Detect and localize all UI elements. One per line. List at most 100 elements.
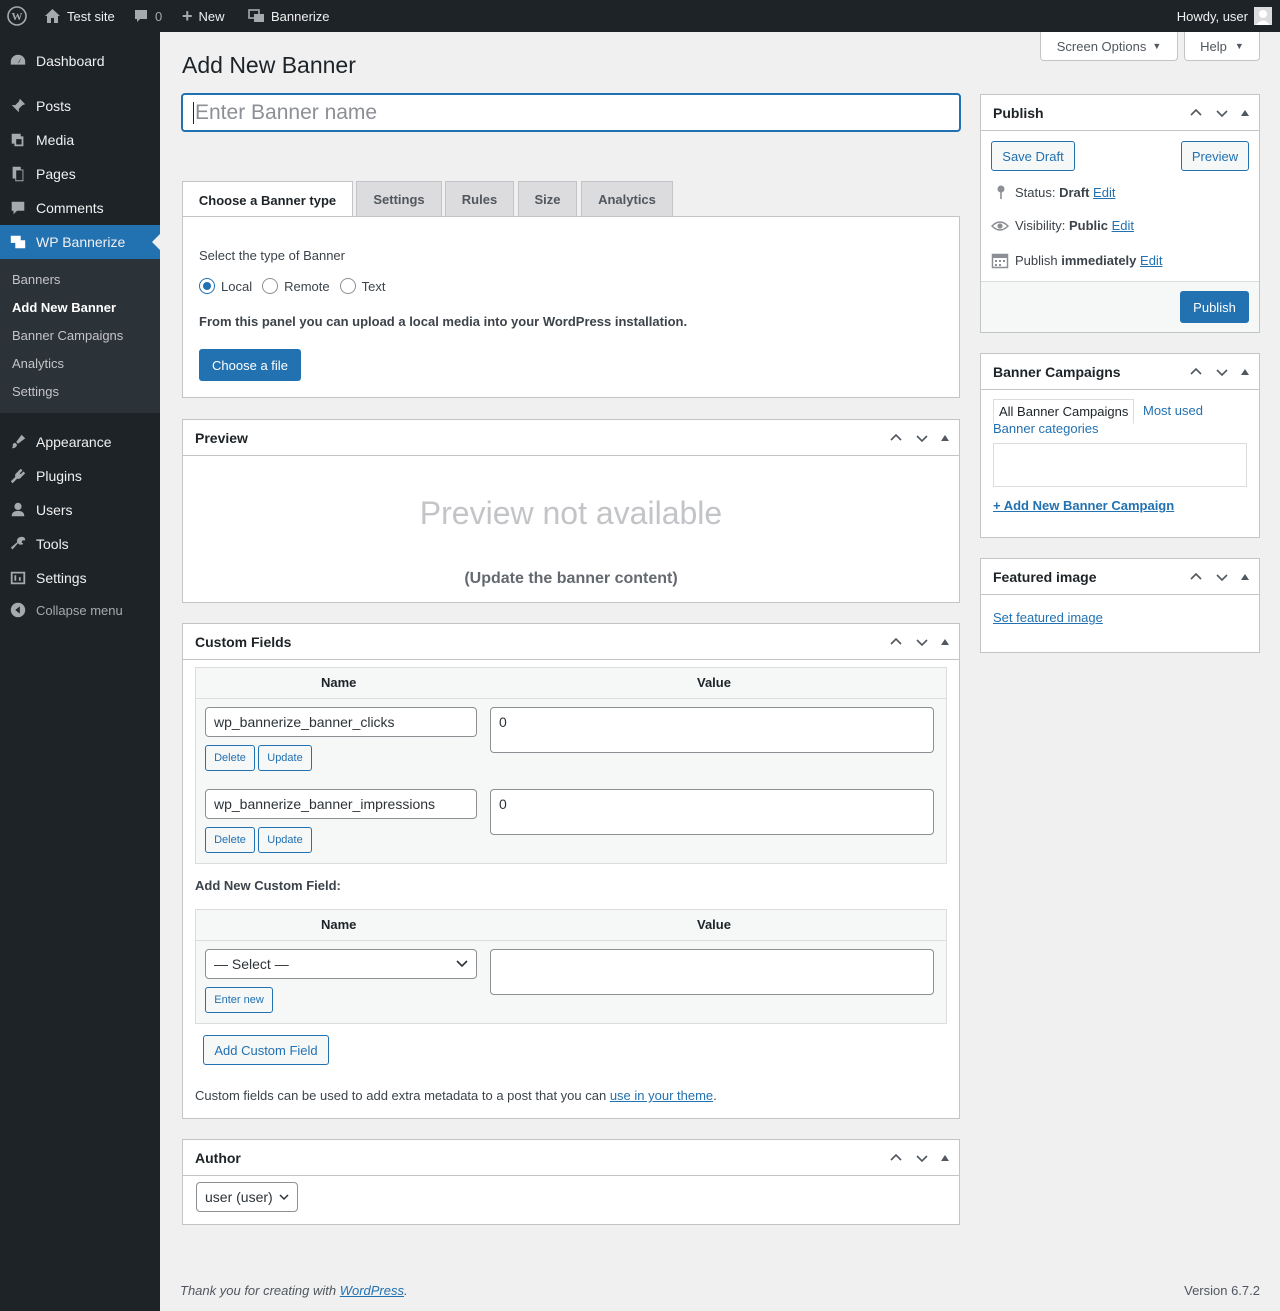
featured-image-box: Featured image Set featured image [980, 558, 1260, 653]
comments-link[interactable]: 0 [133, 0, 162, 32]
tab-rules[interactable]: Rules [445, 181, 514, 216]
submenu-item-analytics[interactable]: Analytics [12, 356, 64, 371]
edit-status-link[interactable]: Edit [1093, 185, 1115, 200]
menu-item-wp-bannerize[interactable]: WP Bannerize [0, 225, 160, 259]
choose-file-button[interactable]: Choose a file [199, 349, 301, 381]
delete-field-button[interactable]: Delete [205, 827, 255, 853]
comment-icon [135, 10, 147, 22]
calendar-icon [991, 253, 1009, 269]
toggle-panel-icon[interactable] [941, 1155, 949, 1161]
toggle-panel-icon[interactable] [941, 639, 949, 645]
radio-label: Text [361, 278, 386, 294]
caret-down-icon: ▼ [1234, 41, 1244, 51]
save-draft-button[interactable]: Save Draft [991, 141, 1075, 171]
edit-schedule-link[interactable]: Edit [1140, 253, 1162, 268]
toggle-panel-icon[interactable] [941, 435, 949, 441]
tab-analytics[interactable]: Analytics [581, 181, 673, 216]
menu-item-tools[interactable]: Tools [0, 527, 160, 561]
custom-fields-box: Custom Fields Name Value wp_bannerize_ba… [182, 623, 960, 1119]
screen-options-button[interactable]: Screen Options ▼ [1040, 32, 1178, 61]
delete-field-button[interactable]: Delete [205, 745, 255, 771]
publish-box: Publish Save Draft Preview Status: Draft… [980, 94, 1260, 333]
campaigns-checklist[interactable] [993, 443, 1247, 487]
move-down-icon[interactable] [913, 1149, 931, 1167]
toggle-panel-icon[interactable] [1241, 369, 1249, 375]
tab-size[interactable]: Size [518, 181, 577, 216]
account-menu[interactable]: Howdy, user [1177, 0, 1272, 32]
update-field-button[interactable]: Update [258, 745, 312, 771]
move-down-icon[interactable] [1213, 104, 1231, 122]
tab-most-used[interactable]: Most used [1143, 403, 1203, 418]
set-featured-image-link[interactable]: Set featured image [993, 610, 1103, 625]
menu-item-dashboard[interactable]: Dashboard [0, 44, 160, 78]
menu-item-pages[interactable]: Pages [0, 157, 160, 191]
radio-local[interactable] [199, 278, 215, 294]
radio-remote[interactable] [262, 278, 279, 294]
enter-new-button[interactable]: Enter new [205, 987, 273, 1013]
menu-item-appearance[interactable]: Appearance [0, 425, 160, 459]
caret-down-icon: ▼ [1152, 41, 1162, 51]
publish-button[interactable]: Publish [1180, 291, 1249, 323]
menu-item-media[interactable]: Media [0, 123, 160, 157]
banner-type-prompt: Select the type of Banner [199, 248, 345, 263]
move-up-icon[interactable] [1187, 104, 1205, 122]
footer-dot: . [404, 1283, 408, 1298]
site-name-link[interactable]: Test site [44, 0, 115, 32]
add-custom-field-button[interactable]: Add Custom Field [203, 1035, 329, 1065]
help-button[interactable]: Help ▼ [1184, 32, 1260, 61]
move-down-icon[interactable] [913, 633, 931, 651]
submenu-item-banners[interactable]: Banners [12, 272, 60, 287]
submenu-item-banner-campaigns[interactable]: Banner Campaigns [12, 328, 123, 343]
move-up-icon[interactable] [1187, 363, 1205, 381]
author-select[interactable]: user (user) [196, 1182, 298, 1212]
move-up-icon[interactable] [1187, 568, 1205, 586]
bannerize-submenu: Banners Add New Banner Banner Campaigns … [0, 259, 160, 413]
admin-menu: Dashboard Posts Media Pages Comments WP … [0, 32, 160, 1311]
wordpress-logo-icon[interactable]: W [7, 0, 27, 32]
menu-label: Posts [36, 98, 72, 114]
add-new-custom-field-label: Add New Custom Field: [195, 878, 341, 893]
radio-label: Remote [284, 278, 330, 294]
banner-categories-link[interactable]: Banner categories [993, 421, 1099, 436]
submenu-item-settings[interactable]: Settings [12, 384, 59, 399]
custom-field-value-input[interactable]: 0 [490, 789, 934, 835]
move-down-icon[interactable] [1213, 568, 1231, 586]
custom-field-name-input[interactable]: wp_bannerize_banner_impressions [205, 789, 477, 819]
tab-settings[interactable]: Settings [356, 181, 442, 216]
bannerize-link[interactable]: Bannerize [248, 0, 330, 32]
new-custom-field-value-input[interactable] [490, 949, 934, 995]
move-up-icon[interactable] [887, 1149, 905, 1167]
collapse-menu-button[interactable]: Collapse menu [0, 593, 160, 627]
move-up-icon[interactable] [887, 633, 905, 651]
menu-item-users[interactable]: Users [0, 493, 160, 527]
move-down-icon[interactable] [1213, 363, 1231, 381]
menu-label: Users [36, 502, 73, 518]
help-label: Help [1200, 38, 1227, 54]
menu-item-settings[interactable]: Settings [0, 561, 160, 595]
radio-text[interactable] [339, 278, 356, 294]
update-field-button[interactable]: Update [258, 827, 312, 853]
preview-button[interactable]: Preview [1181, 141, 1249, 171]
add-new-campaign-link[interactable]: + Add New Banner Campaign [993, 498, 1174, 513]
chevron-down-icon [456, 960, 468, 968]
banner-type-panel: Select the type of Banner Local Remote T… [182, 216, 960, 398]
custom-field-value-input[interactable]: 0 [490, 707, 934, 753]
banner-name-input[interactable]: Enter Banner name [181, 93, 961, 132]
use-in-theme-link[interactable]: use in your theme [610, 1088, 713, 1103]
collapse-icon [0, 601, 36, 619]
move-up-icon[interactable] [887, 429, 905, 447]
edit-visibility-link[interactable]: Edit [1112, 218, 1134, 233]
custom-field-name-input[interactable]: wp_bannerize_banner_clicks [205, 707, 477, 737]
toggle-panel-icon[interactable] [1241, 574, 1249, 580]
menu-label: Appearance [36, 434, 112, 450]
menu-item-posts[interactable]: Posts [0, 89, 160, 123]
custom-field-select[interactable]: — Select — [205, 949, 477, 979]
tab-choose-banner-type[interactable]: Choose a Banner type [182, 181, 353, 218]
new-content-link[interactable]: + New [182, 0, 225, 32]
wordpress-link[interactable]: WordPress [340, 1283, 404, 1298]
move-down-icon[interactable] [913, 429, 931, 447]
submenu-item-add-new-banner[interactable]: Add New Banner [12, 300, 116, 315]
toggle-panel-icon[interactable] [1241, 110, 1249, 116]
menu-item-comments[interactable]: Comments [0, 191, 160, 225]
menu-item-plugins[interactable]: Plugins [0, 459, 160, 493]
